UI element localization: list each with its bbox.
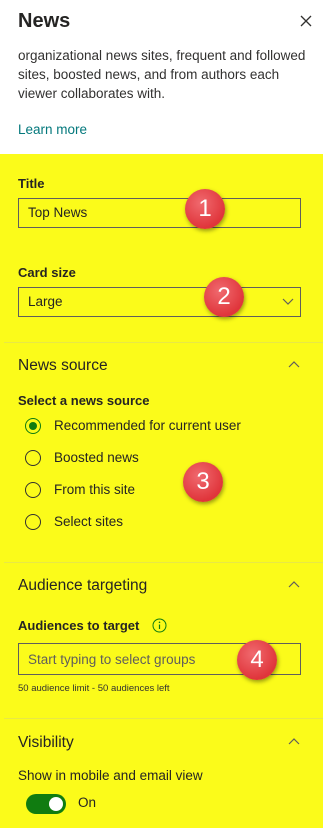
highlighted-settings-area: [0, 154, 323, 828]
close-icon[interactable]: [298, 13, 314, 29]
audiences-label: Audiences to target: [18, 618, 140, 633]
panel-header: News organizational news sites, frequent…: [0, 0, 323, 154]
toggle-state-text: On: [78, 795, 97, 810]
visibility-section-title: Visibility: [18, 734, 74, 751]
panel-title: News: [18, 10, 71, 32]
panel-description: organizational news sites, frequent and …: [18, 48, 306, 101]
title-label: Title: [18, 176, 45, 191]
title-input[interactable]: Top News: [18, 198, 301, 228]
toggle-knob: [49, 797, 63, 811]
divider: [4, 718, 323, 719]
card-size-dropdown[interactable]: Large: [18, 287, 301, 317]
radio-select-sites[interactable]: [25, 514, 41, 530]
radio-boosted-news[interactable]: [25, 450, 41, 466]
annotation-badge-3: 3: [183, 462, 223, 502]
visibility-toggle-label: Show in mobile and email view: [18, 768, 203, 783]
radio-label-select-sites: Select sites: [54, 514, 124, 529]
annotation-badge-1: 1: [185, 189, 225, 229]
radio-label-from-this-site: From this site: [54, 482, 136, 497]
audience-limit-note: 50 audience limit - 50 audiences left: [18, 683, 170, 694]
chevron-down-icon: [282, 298, 294, 305]
annotation-badge-2: 2: [204, 277, 244, 317]
visibility-toggle[interactable]: [26, 794, 66, 814]
audience-section-title: Audience targeting: [18, 577, 148, 594]
radio-recommended[interactable]: [25, 418, 41, 434]
card-size-value: Large: [28, 294, 63, 309]
annotation-badge-4: 4: [237, 640, 277, 680]
info-icon[interactable]: [152, 618, 167, 633]
divider: [4, 342, 323, 343]
radio-from-this-site[interactable]: [25, 482, 41, 498]
radio-label-recommended: Recommended for current user: [54, 418, 241, 433]
chevron-up-icon[interactable]: [288, 737, 300, 745]
title-input-value: Top News: [28, 205, 88, 220]
news-source-section-title: News source: [18, 357, 108, 374]
learn-more-link[interactable]: Learn more: [18, 122, 87, 137]
card-size-label: Card size: [18, 265, 76, 280]
chevron-up-icon[interactable]: [288, 580, 300, 588]
divider: [4, 562, 323, 563]
audiences-placeholder: Start typing to select groups: [28, 652, 196, 667]
chevron-up-icon[interactable]: [288, 360, 300, 368]
radio-label-boosted-news: Boosted news: [54, 450, 139, 465]
news-source-subheading: Select a news source: [18, 393, 150, 408]
